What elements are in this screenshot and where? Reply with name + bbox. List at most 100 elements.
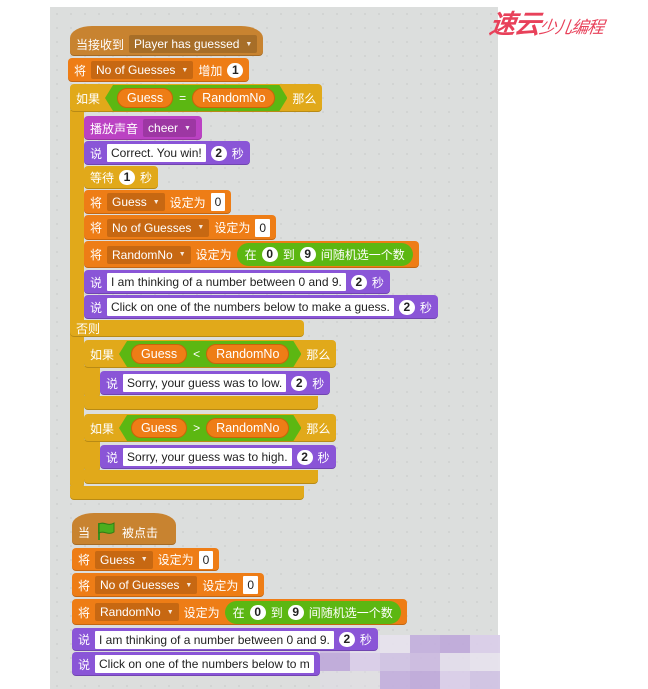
block-label: 设定为	[157, 553, 194, 567]
number-input[interactable]: 2	[338, 632, 355, 647]
block-label: 说	[106, 450, 119, 465]
text-input[interactable]: Sorry, your guess was to low.	[123, 374, 287, 392]
block-label: 当	[78, 525, 91, 540]
comparison-operator[interactable]: Guess = RandomNo	[105, 85, 287, 111]
variable-reporter[interactable]: RandomNo	[206, 418, 289, 438]
block-label: 在	[232, 605, 245, 620]
if-arm	[84, 366, 100, 398]
mosaic-tile	[470, 671, 500, 689]
block-data[interactable]: 将 Guess ▼ 设定为 0	[72, 548, 220, 571]
block-control[interactable]: 如果 Guess = RandomNo 那么	[70, 84, 323, 112]
text-input[interactable]: Click on one of the numbers below to m	[95, 655, 314, 673]
block-looks[interactable]: 说 Click on one of the numbers below to ma…	[84, 295, 438, 319]
block-looks[interactable]: 说 Sorry, your guess was to high. 2 秒	[100, 445, 336, 469]
mosaic-tile	[470, 635, 500, 653]
green-flag-icon	[95, 521, 117, 544]
block-label: 秒	[419, 300, 432, 315]
variable-reporter[interactable]: Guess	[131, 344, 187, 364]
block-data[interactable]: 将 No of Guesses ▼ 设定为 0	[84, 215, 277, 240]
number-input[interactable]: 2	[296, 449, 313, 465]
number-input[interactable]: 0	[249, 604, 266, 620]
text-input[interactable]: Correct. You win!	[107, 144, 206, 162]
block-looks[interactable]: 说 I am thinking of a number between 0 and…	[84, 270, 390, 294]
block-looks[interactable]: 说 Sorry, your guess was to low. 2 秒	[100, 371, 331, 395]
variable-dropdown[interactable]: Player has guessed ▼	[129, 35, 258, 53]
number-input[interactable]: 2	[210, 145, 227, 161]
text-input[interactable]: I am thinking of a number between 0 and …	[95, 630, 334, 649]
mosaic-tile	[350, 653, 380, 671]
block-looks[interactable]: 说 Correct. You win! 2 秒	[84, 141, 250, 165]
number-input[interactable]: 9	[299, 247, 316, 262]
variable-dropdown[interactable]: cheer ▼	[143, 119, 196, 137]
if-bottom	[84, 470, 318, 484]
dropdown-value: No of Guesses	[112, 220, 192, 235]
block-sound[interactable]: 播放声音 cheer ▼	[84, 116, 202, 140]
block-label: 将	[90, 221, 103, 235]
mosaic-tile	[410, 635, 440, 653]
block-looks[interactable]: 说 I am thinking of a number between 0 and…	[72, 628, 378, 651]
text-input[interactable]: 0	[243, 576, 259, 594]
variable-reporter[interactable]: RandomNo	[192, 88, 275, 108]
random-operator[interactable]: 在 0 到 9 间随机选一个数	[224, 600, 401, 624]
number-input[interactable]: 2	[398, 299, 415, 315]
block-data[interactable]: 将 RandomNo ▼ 设定为在 0 到 9 间随机选一个数	[72, 599, 407, 625]
comparison-operator[interactable]: Guess < RandomNo	[119, 341, 301, 367]
variable-dropdown[interactable]: No of Guesses ▼	[107, 218, 210, 237]
variable-reporter[interactable]: Guess	[131, 418, 187, 438]
block-control[interactable]: 等待 1 秒	[84, 166, 159, 189]
if-arm	[84, 440, 100, 472]
block-control[interactable]: 如果 Guess > RandomNo 那么	[84, 414, 337, 442]
block-events[interactable]: 当 被点击	[72, 513, 176, 545]
text-input[interactable]: 0	[210, 193, 226, 211]
if-bottom	[84, 396, 318, 410]
number-input[interactable]: 1	[119, 170, 136, 185]
chevron-down-icon: ▼	[184, 124, 191, 132]
block-label: 秒	[359, 633, 372, 647]
number-input[interactable]: 2	[350, 274, 367, 290]
block-events[interactable]: 当接收到 Player has guessed ▼	[70, 26, 264, 56]
text-input[interactable]: 0	[198, 550, 214, 569]
block-label: 等待	[90, 171, 115, 185]
block-data[interactable]: 将 RandomNo ▼ 设定为在 0 到 9 间随机选一个数	[84, 241, 419, 268]
block-label: 说	[90, 275, 103, 290]
variable-dropdown[interactable]: RandomNo ▼	[107, 245, 191, 264]
variable-reporter[interactable]: RandomNo	[206, 344, 289, 364]
block-control[interactable]: 否则	[70, 320, 304, 337]
block-label: 设定为	[183, 605, 220, 620]
block-control[interactable]: 如果 Guess < RandomNo 那么	[84, 340, 337, 368]
block-label: 间随机选一个数	[320, 248, 405, 262]
mosaic-tile	[440, 671, 470, 689]
dropdown-value: Guess	[112, 195, 147, 209]
text-input[interactable]: I am thinking of a number between 0 and …	[107, 273, 346, 291]
block-label: 当接收到	[76, 37, 125, 52]
text-input[interactable]: 0	[255, 218, 271, 237]
variable-dropdown[interactable]: Guess ▼	[107, 193, 165, 211]
dropdown-value: cheer	[148, 121, 179, 135]
variable-reporter[interactable]: Guess	[117, 88, 173, 108]
chevron-down-icon: ▼	[166, 608, 174, 616]
variable-dropdown[interactable]: RandomNo ▼	[95, 603, 179, 621]
random-operator[interactable]: 在 0 到 9 间随机选一个数	[236, 243, 413, 266]
variable-dropdown[interactable]: Guess ▼	[95, 550, 153, 569]
number-input[interactable]: 0	[261, 247, 278, 262]
block-looks[interactable]: 说 Click on one of the numbers below to m	[72, 652, 320, 676]
block-label: 到	[270, 605, 283, 620]
variable-dropdown[interactable]: No of Guesses ▼	[91, 61, 194, 79]
comparison-operator[interactable]: Guess > RandomNo	[119, 415, 301, 441]
block-label: 将	[90, 248, 103, 262]
number-input[interactable]: 2	[291, 375, 308, 391]
variable-dropdown[interactable]: No of Guesses ▼	[95, 576, 198, 594]
text-input[interactable]: Click on one of the numbers below to mak…	[107, 298, 394, 316]
block-label: 将	[74, 63, 87, 78]
number-input[interactable]: 9	[287, 604, 304, 620]
block-label: 那么	[292, 91, 317, 106]
text-input[interactable]: Sorry, your guess was to high.	[123, 448, 292, 466]
block-data[interactable]: 将 Guess ▼ 设定为 0	[84, 190, 232, 214]
mosaic-tile	[380, 653, 410, 671]
block-data[interactable]: 将 No of Guesses ▼ 增加 1	[68, 58, 250, 82]
mosaic-tile	[470, 653, 500, 671]
mosaic-tile	[440, 635, 470, 653]
block-data[interactable]: 将 No of Guesses ▼ 设定为 0	[72, 573, 265, 597]
number-input[interactable]: 1	[227, 62, 244, 78]
block-label: 设定为	[169, 195, 206, 210]
